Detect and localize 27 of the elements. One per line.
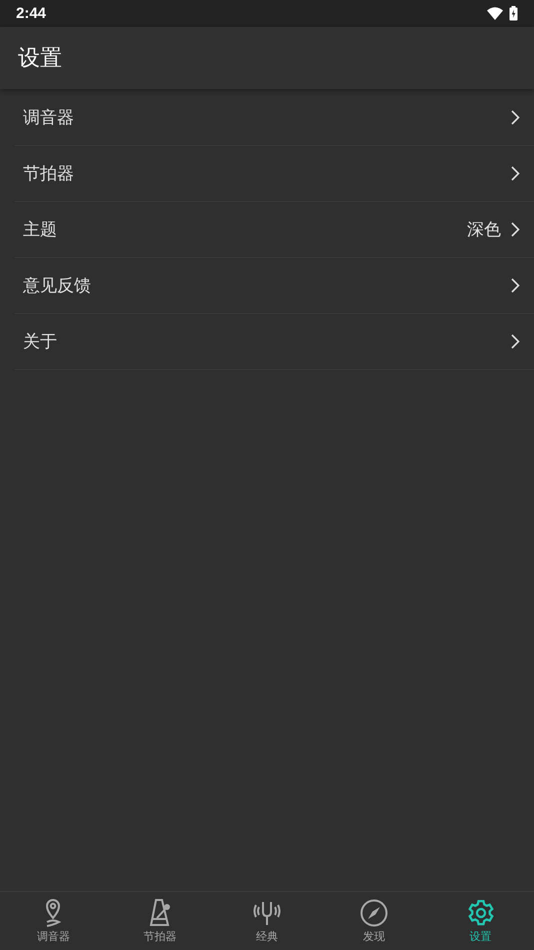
status-time: 2:44 bbox=[16, 5, 46, 22]
chevron-icon bbox=[511, 166, 520, 181]
nav-tab[interactable]: 发现 bbox=[320, 892, 428, 950]
compass-icon bbox=[358, 898, 389, 928]
nav-tab[interactable]: 经典 bbox=[214, 892, 320, 950]
chevron-icon bbox=[511, 110, 520, 125]
settings-item[interactable]: 关于 bbox=[15, 314, 534, 370]
settings-label: 关于 bbox=[23, 331, 58, 353]
settings-item[interactable]: 调音器 bbox=[15, 90, 534, 146]
settings-label: 主题 bbox=[23, 219, 58, 241]
settings-value: 深色 bbox=[467, 219, 501, 241]
chevron-icon bbox=[511, 222, 520, 237]
nav-tab[interactable]: 调音器 bbox=[0, 892, 107, 950]
settings-label: 意见反馈 bbox=[23, 275, 92, 297]
settings-icon bbox=[466, 898, 496, 928]
wifi-icon bbox=[487, 7, 503, 20]
battery-icon bbox=[509, 6, 518, 21]
settings-label: 调音器 bbox=[23, 107, 75, 129]
settings-item[interactable]: 主题 深色 bbox=[15, 202, 534, 258]
chevron-icon bbox=[511, 278, 520, 293]
nav-tab[interactable]: 节拍器 bbox=[106, 892, 214, 950]
settings-item[interactable]: 节拍器 bbox=[15, 146, 534, 202]
chevron-icon bbox=[511, 334, 520, 349]
settings-label: 节拍器 bbox=[23, 163, 75, 185]
nav-tab[interactable]: 设置 bbox=[427, 892, 534, 950]
page-title: 设置 bbox=[18, 45, 62, 73]
settings-item[interactable]: 意见反馈 bbox=[15, 258, 534, 314]
